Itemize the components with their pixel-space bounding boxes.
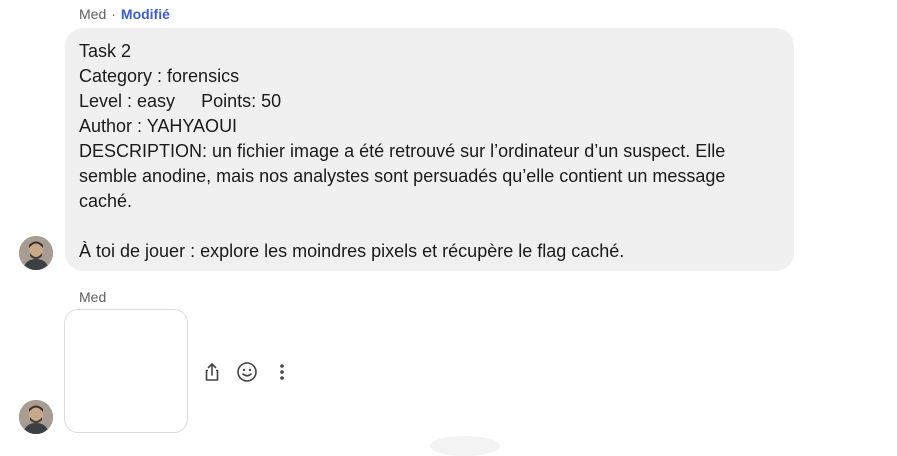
level-text: Level : easy bbox=[79, 91, 176, 111]
message-actions bbox=[200, 360, 305, 384]
edited-label[interactable]: Modifié bbox=[121, 6, 170, 22]
author-line: Author : YAHYAOUI bbox=[79, 116, 238, 136]
sender-name: Med bbox=[79, 6, 107, 22]
more-vert-icon bbox=[280, 364, 284, 380]
sender-name-2: Med bbox=[79, 289, 107, 305]
emoji-icon bbox=[237, 362, 257, 382]
message-meta: Med · Modifié bbox=[79, 5, 170, 23]
points-text: Points: 50 bbox=[201, 91, 282, 111]
image-attachment[interactable] bbox=[64, 309, 188, 433]
category-line: Category : forensics bbox=[79, 66, 240, 86]
meta-separator: · bbox=[111, 6, 116, 22]
more-options-button[interactable] bbox=[270, 360, 294, 384]
avatar-portrait-icon bbox=[19, 236, 53, 270]
call-to-action-line: À toi de jouer : explore les moindres pi… bbox=[79, 241, 625, 261]
description-text: DESCRIPTION: un fichier image a été retr… bbox=[79, 141, 726, 211]
avatar-2[interactable] bbox=[19, 400, 53, 434]
task-line: Task 2 bbox=[79, 41, 132, 61]
emoji-reaction-button[interactable] bbox=[235, 360, 259, 384]
avatar-portrait-icon bbox=[19, 400, 53, 434]
avatar[interactable] bbox=[19, 236, 53, 270]
scroll-to-bottom-shadow bbox=[430, 436, 500, 456]
message-bubble[interactable]: Task 2 Category : forensics Level : easy… bbox=[65, 28, 794, 271]
message-meta-2: Med bbox=[79, 288, 106, 306]
share-icon bbox=[205, 363, 219, 381]
level-line: Level : easy Points: 50 bbox=[79, 89, 780, 114]
share-button[interactable] bbox=[200, 360, 224, 384]
